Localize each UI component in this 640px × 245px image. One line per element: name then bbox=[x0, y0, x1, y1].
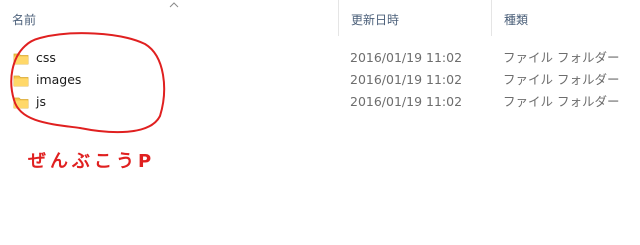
handwritten-annotation: ぜんぶこうP bbox=[10, 32, 166, 172]
handwritten-note: ぜんぶこうP bbox=[28, 151, 155, 172]
red-circle-mark bbox=[10, 32, 166, 134]
